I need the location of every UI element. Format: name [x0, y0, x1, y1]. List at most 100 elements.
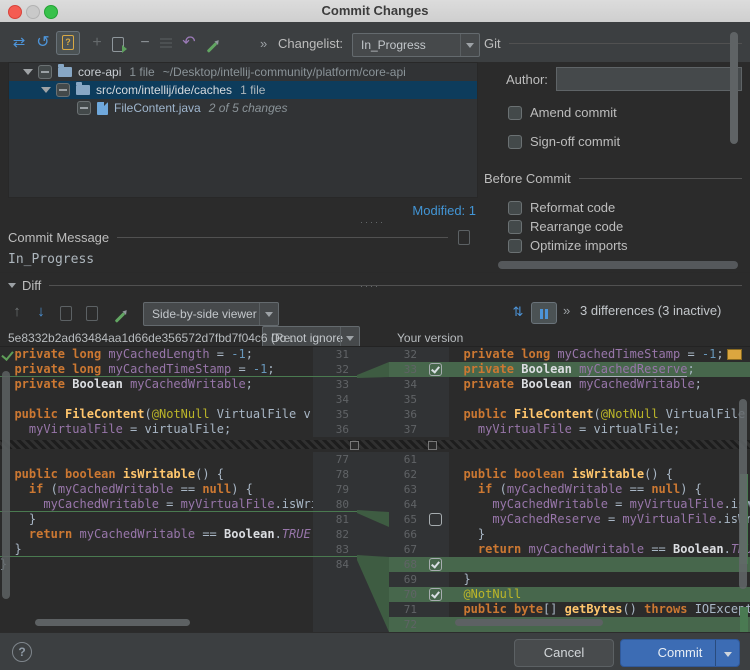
java-file-icon: [97, 102, 108, 115]
commit-message-header: Commit Message: [8, 230, 470, 245]
package-name: src/com/intellij/ide/caches: [96, 83, 232, 97]
include-change-checkbox[interactable]: [429, 363, 442, 376]
left-horizontal-scrollbar[interactable]: [35, 619, 190, 626]
diff-chevron-icon[interactable]: »: [563, 303, 570, 318]
optimize-imports-checkbox[interactable]: [508, 239, 522, 253]
changelist-select[interactable]: In_Progress: [352, 33, 480, 57]
reformat-code-checkbox[interactable]: [508, 201, 522, 215]
signoff-commit-label: Sign-off commit: [530, 134, 620, 149]
include-change-checkbox[interactable]: [429, 588, 442, 601]
left-line-number: 34: [313, 392, 357, 407]
panel-scrollbar[interactable]: [730, 32, 738, 144]
tree-row-core-api[interactable]: core-api 1 file ~/Desktop/intellij-commu…: [9, 63, 477, 81]
amend-commit-option[interactable]: Amend commit: [508, 105, 742, 120]
right-horizontal-scrollbar[interactable]: [455, 619, 603, 626]
right-line-number: 72: [389, 617, 423, 632]
undo-icon[interactable]: ↶: [178, 32, 200, 54]
apply-left-icon[interactable]: [60, 305, 72, 321]
right-code-line: private long myCachedTimeStamp = -1;: [449, 347, 750, 362]
expand-arrow-icon[interactable]: [23, 69, 33, 75]
show-unversioned-icon[interactable]: ?: [56, 31, 80, 55]
right-gutter: [423, 422, 449, 437]
right-gutter: [423, 497, 449, 512]
next-difference-icon[interactable]: ↓: [30, 301, 52, 323]
commit-dropdown-button[interactable]: [715, 640, 740, 666]
right-code-line: private Boolean myCachedReserve;: [449, 362, 750, 377]
tree-row-file[interactable]: FileContent.java 2 of 5 changes: [9, 99, 477, 117]
toolbar-chevron-icon[interactable]: »: [260, 36, 267, 51]
group-by-icon[interactable]: [160, 38, 172, 48]
include-checkbox[interactable]: [56, 83, 70, 97]
left-line-number: 82: [313, 527, 357, 542]
rearrange-code-option[interactable]: Rearrange code: [508, 219, 742, 234]
remove-icon[interactable]: −: [134, 32, 156, 54]
right-code-line: [449, 452, 750, 467]
splitter-handle[interactable]: ·····: [360, 217, 385, 227]
left-line-number: [313, 602, 357, 617]
author-label: Author:: [506, 72, 548, 87]
module-name: core-api: [78, 65, 121, 79]
move-to-changelist-icon[interactable]: [112, 36, 124, 52]
splitter-handle[interactable]: ····: [360, 281, 380, 291]
signoff-commit-option[interactable]: Sign-off commit: [508, 134, 742, 149]
section-divider: [117, 237, 448, 238]
right-code-line: myCachedWritable = myVirtualFile.isWrita…: [449, 497, 750, 512]
right-vertical-scrollbar[interactable]: [739, 399, 747, 589]
right-code-line: }: [449, 527, 750, 542]
left-code-line: public FileContent(@NotNull VirtualFile …: [0, 407, 313, 422]
apply-right-icon[interactable]: [86, 305, 98, 321]
right-code-line: myVirtualFile = virtualFile;: [449, 422, 750, 437]
changes-tree: core-api 1 file ~/Desktop/intellij-commu…: [8, 62, 478, 198]
rearrange-code-checkbox[interactable]: [508, 220, 522, 234]
include-checkbox[interactable]: [38, 65, 52, 79]
right-gutter: [423, 452, 449, 467]
include-change-checkbox[interactable]: [429, 558, 442, 571]
history-icon[interactable]: [458, 230, 470, 245]
help-button[interactable]: ?: [12, 642, 32, 662]
add-icon[interactable]: +: [86, 32, 108, 54]
right-code-line: myCachedReserve = myVirtualFile.isWritab…: [449, 512, 750, 527]
edit-icon[interactable]: [114, 309, 126, 324]
right-gutter: [423, 392, 449, 407]
optimize-imports-option[interactable]: Optimize imports: [508, 238, 742, 253]
right-line-number: 33: [389, 362, 423, 377]
author-input[interactable]: [556, 67, 742, 91]
fold-marker-icon[interactable]: [428, 441, 437, 450]
right-gutter: [423, 542, 449, 557]
left-code-line: myVirtualFile = virtualFile;: [0, 422, 313, 437]
left-line-number: 78: [313, 467, 357, 482]
viewer-select[interactable]: Side-by-side viewer: [143, 302, 279, 326]
expand-arrow-icon[interactable]: [41, 87, 51, 93]
right-line-number: 32: [389, 347, 423, 362]
commit-button[interactable]: Commit: [620, 639, 740, 667]
reformat-code-option[interactable]: Reformat code: [508, 200, 742, 215]
file-name: FileContent.java: [114, 101, 201, 115]
collapse-arrow-icon[interactable]: [8, 283, 16, 288]
left-vertical-scrollbar[interactable]: [2, 371, 10, 599]
compare-icon[interactable]: ⇄: [8, 32, 30, 54]
section-divider: [579, 178, 742, 179]
edit-message-icon[interactable]: [206, 39, 218, 54]
left-code-line: myCachedWritable = myVirtualFile.isWrita…: [0, 497, 313, 512]
commit-message-input[interactable]: In_Progress: [8, 252, 738, 270]
right-line-number: 34: [389, 377, 423, 392]
prev-difference-icon[interactable]: ↑: [6, 301, 28, 323]
rollback-icon[interactable]: ↺: [32, 32, 54, 54]
include-checkbox[interactable]: [77, 101, 91, 115]
right-gutter: [423, 587, 449, 602]
tree-row-package[interactable]: src/com/intellij/ide/caches 1 file: [9, 81, 477, 99]
left-code-line: }: [0, 512, 313, 527]
cancel-button[interactable]: Cancel: [514, 639, 614, 667]
split-vertical-icon[interactable]: [531, 302, 557, 324]
modified-link[interactable]: Modified: 1: [0, 203, 476, 218]
changelist-label: Changelist:: [278, 36, 343, 51]
include-change-checkbox[interactable]: [429, 513, 442, 526]
signoff-commit-checkbox[interactable]: [508, 135, 522, 149]
split-horizontal-icon[interactable]: ⇅: [507, 302, 529, 322]
git-options-panel: Git Author: Amend commit Sign-off commit…: [484, 28, 742, 272]
warning-stripe-marker: [727, 349, 742, 360]
left-line-number: 36: [313, 422, 357, 437]
amend-commit-checkbox[interactable]: [508, 106, 522, 120]
right-code-line: }: [449, 572, 750, 587]
right-code-line: public FileContent(@NotNull VirtualFile …: [449, 407, 750, 422]
